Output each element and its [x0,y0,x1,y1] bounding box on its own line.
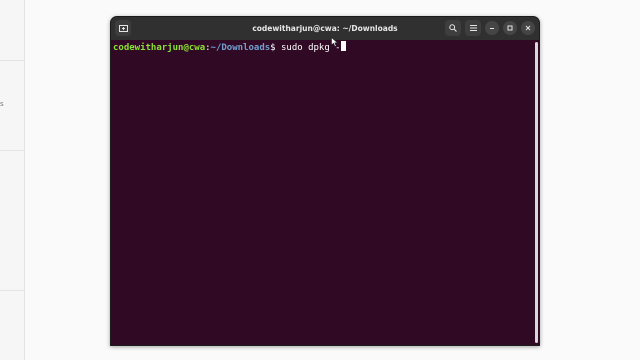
text-cursor [340,41,346,51]
minimize-icon [490,28,494,29]
menu-button[interactable] [465,20,481,36]
new-tab-icon [118,25,128,32]
search-icon [449,24,457,32]
background-window[interactable]: s [0,0,25,360]
mouse-pointer-icon [331,37,339,47]
scrollbar[interactable] [535,42,538,343]
terminal-output[interactable]: codewitharjun@cwa:~/Downloads$ sudo dpkg… [111,40,539,345]
close-icon [525,25,531,31]
divider [0,150,24,151]
maximize-icon [507,25,513,31]
divider [0,290,24,291]
terminal-window[interactable]: codewitharjun@cwa: ~/Downloads codewitha… [110,16,540,346]
new-tab-button[interactable] [115,20,131,36]
title-bar[interactable]: codewitharjun@cwa: ~/Downloads [111,17,539,40]
close-button[interactable] [521,21,535,35]
background-window-text: s [0,100,4,108]
divider [0,60,24,61]
minimize-button[interactable] [485,21,499,35]
maximize-button[interactable] [503,21,517,35]
window-controls [445,20,535,36]
prompt-path: ~/Downloads [210,43,271,53]
desktop: s codewitharjun@cwa: ~/Downloads codewit… [0,0,640,360]
hamburger-menu-icon [469,25,477,31]
search-button[interactable] [445,20,461,36]
prompt-user: codewitharjun@cwa [113,43,206,53]
